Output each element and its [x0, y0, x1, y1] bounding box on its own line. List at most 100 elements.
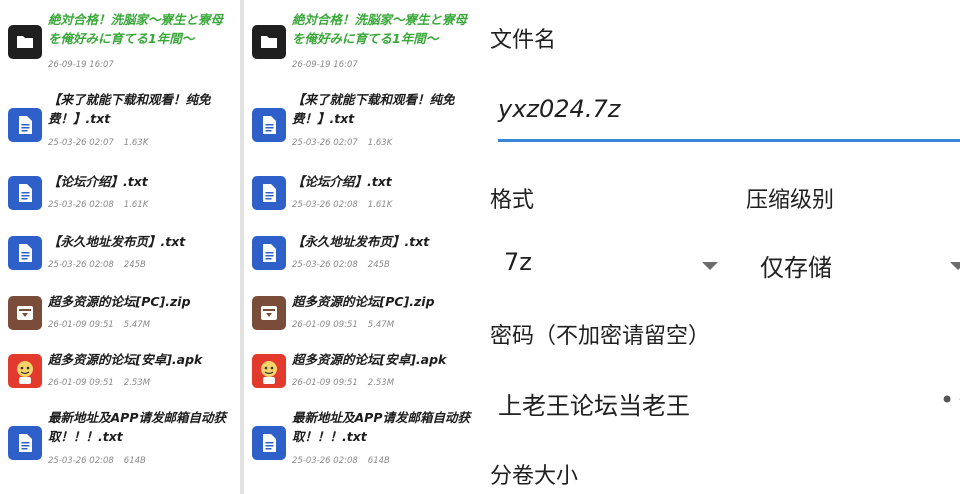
doc-icon	[252, 426, 286, 460]
file-date: 26-01-09 09:51	[292, 320, 358, 330]
file-size: 245B	[123, 260, 146, 270]
file-name: 超多资源的论坛[PC].zip	[292, 294, 435, 309]
file-meta: 25-03-26 02:08 245B	[292, 260, 390, 270]
file-name: 超多资源的论坛[安卓].apk	[48, 352, 203, 367]
file-size: 614B	[123, 456, 146, 466]
file-meta: 25-03-26 02:07 1.63K	[48, 138, 148, 148]
file-date: 25-03-26 02:08	[48, 200, 114, 210]
file-name: 絶対合格！洗脳家～寮生と寮母を俺好みに育てる1年間～	[48, 12, 224, 46]
file-list-item[interactable]: 最新地址及APP请发邮箱自动获取！！！.txt 25-03-26 02:08 614…	[244, 408, 484, 468]
file-size: 1.63K	[367, 138, 393, 148]
split-size-label: 分卷大小	[490, 464, 579, 489]
file-meta: 26-01-09 09:51 2.53M	[292, 378, 394, 388]
compress-form: 文件名 yxz024.7z 格式 压缩级别 7z 仅存储 密码（不加密请留空） …	[484, 0, 960, 494]
file-size: 2.53M	[123, 378, 151, 388]
file-meta: 25-03-26 02:07 1.63K	[292, 138, 392, 148]
file-meta: 26-01-09 09:51 5.47M	[48, 320, 150, 330]
file-date: 25-03-26 02:08	[48, 456, 114, 466]
file-list-panel-left: 絶対合格！洗脳家～寮生と寮母を俺好みに育てる1年間～ 26-09-19 16:07…	[0, 0, 240, 494]
file-name: 【永久地址发布页】.txt	[292, 234, 430, 249]
file-list-item[interactable]: 超多资源的论坛[PC].zip 26-01-09 09:51 5.47M	[244, 288, 484, 348]
file-date: 25-03-26 02:08	[292, 260, 358, 270]
file-list-item[interactable]: 最新地址及APP请发邮箱自动获取！！！.txt 25-03-26 02:08 614…	[0, 408, 240, 468]
file-name: 【论坛介绍】.txt	[292, 174, 392, 189]
compression-level-label: 压缩级别	[746, 188, 835, 213]
zip-icon	[8, 296, 42, 330]
format-select[interactable]: 7z	[494, 238, 724, 288]
file-name: 【来了就能下载和观看！纯免费！】.txt	[292, 92, 455, 126]
file-list-item[interactable]: 【论坛介绍】.txt 25-03-26 02:08 1.61K	[0, 168, 240, 228]
folder-icon	[8, 25, 42, 59]
apk-icon	[8, 354, 42, 388]
file-size: 5.47M	[367, 320, 395, 330]
filename-label: 文件名	[490, 28, 557, 53]
file-name: 絶対合格！洗脳家～寮生と寮母を俺好みに育てる1年間～	[292, 12, 468, 46]
doc-icon	[8, 236, 42, 270]
file-list-item[interactable]: 超多资源的论坛[安卓].apk 26-01-09 09:51 2.53M	[0, 346, 240, 406]
file-list-item[interactable]: 【来了就能下载和观看！纯免费！】.txt 25-03-26 02:07 1.63K	[0, 90, 240, 150]
file-meta: 25-03-26 02:08 1.61K	[292, 200, 392, 210]
file-date: 25-03-26 02:08	[292, 200, 358, 210]
file-meta: 26-01-09 09:51 2.53M	[48, 378, 150, 388]
file-size: 245B	[367, 260, 390, 270]
file-size: 614B	[367, 456, 390, 466]
file-date: 25-03-26 02:07	[292, 138, 358, 148]
file-meta: 26-09-19 16:07	[292, 60, 358, 70]
password-input[interactable]: 上老王论坛当老王	[498, 386, 690, 421]
filename-input-underline	[498, 139, 960, 142]
file-date: 26-09-19 16:07	[292, 60, 358, 70]
file-date: 26-01-09 09:51	[48, 378, 114, 388]
file-list-item[interactable]: 超多资源的论坛[安卓].apk 26-01-09 09:51 2.53M	[244, 346, 484, 406]
file-name: 【论坛介绍】.txt	[48, 174, 148, 189]
chevron-down-icon	[702, 262, 718, 270]
file-date: 26-01-09 09:51	[48, 320, 114, 330]
file-meta: 25-03-26 02:08 614B	[48, 456, 146, 466]
compression-level-value: 仅存储	[760, 254, 832, 282]
file-list-item[interactable]: 【来了就能下载和观看！纯免费！】.txt 25-03-26 02:07 1.63K	[244, 90, 484, 150]
format-select-value: 7z	[504, 248, 532, 276]
file-date: 25-03-26 02:07	[48, 138, 114, 148]
file-size: 1.61K	[123, 200, 149, 210]
file-name: 【永久地址发布页】.txt	[48, 234, 186, 249]
file-date: 26-09-19 16:07	[48, 60, 114, 70]
file-name: 最新地址及APP请发邮箱自动获取！！！.txt	[48, 410, 226, 444]
file-size: 1.63K	[123, 138, 149, 148]
file-list-item[interactable]: 【论坛介绍】.txt 25-03-26 02:08 1.61K	[244, 168, 484, 228]
file-meta: 26-09-19 16:07	[48, 60, 114, 70]
doc-icon	[8, 176, 42, 210]
password-label: 密码（不加密请留空）	[490, 324, 711, 349]
file-meta: 25-03-26 02:08 245B	[48, 260, 146, 270]
zip-icon	[252, 296, 286, 330]
file-name: 【来了就能下载和观看！纯免费！】.txt	[48, 92, 211, 126]
file-size: 5.47M	[123, 320, 151, 330]
file-size: 1.61K	[367, 200, 393, 210]
password-visibility-toggle[interactable]: ••	[940, 386, 960, 414]
file-meta: 25-03-26 02:08 614B	[292, 456, 390, 466]
folder-icon	[252, 25, 286, 59]
format-label: 格式	[490, 188, 535, 213]
file-list-item[interactable]: 超多资源的论坛[PC].zip 26-01-09 09:51 5.47M	[0, 288, 240, 348]
doc-icon	[8, 426, 42, 460]
file-list-item[interactable]: 【永久地址发布页】.txt 25-03-26 02:08 245B	[0, 228, 240, 288]
file-list-item[interactable]: 【永久地址发布页】.txt 25-03-26 02:08 245B	[244, 228, 484, 288]
compression-level-select[interactable]: 仅存储	[746, 238, 960, 288]
file-name: 超多资源的论坛[PC].zip	[48, 294, 191, 309]
file-meta: 25-03-26 02:08 1.61K	[48, 200, 148, 210]
file-list-item[interactable]: 絶対合格！洗脳家～寮生と寮母を俺好みに育てる1年間～ 26-09-19 16:07	[244, 10, 484, 70]
file-date: 25-03-26 02:08	[48, 260, 114, 270]
doc-icon	[8, 108, 42, 142]
file-date: 25-03-26 02:08	[292, 456, 358, 466]
file-list-panel-middle: 絶対合格！洗脳家～寮生と寮母を俺好みに育てる1年間～ 26-09-19 16:07…	[244, 0, 484, 494]
file-meta: 26-01-09 09:51 5.47M	[292, 320, 394, 330]
file-list-item[interactable]: 絶対合格！洗脳家～寮生と寮母を俺好みに育てる1年間～ 26-09-19 16:07	[0, 10, 240, 70]
doc-icon	[252, 236, 286, 270]
doc-icon	[252, 176, 286, 210]
file-name: 最新地址及APP请发邮箱自动获取！！！.txt	[292, 410, 470, 444]
apk-icon	[252, 354, 286, 388]
doc-icon	[252, 108, 286, 142]
file-size: 2.53M	[367, 378, 395, 388]
chevron-down-icon	[950, 262, 960, 270]
file-date: 26-01-09 09:51	[292, 378, 358, 388]
filename-input[interactable]: yxz024.7z	[498, 95, 620, 123]
file-name: 超多资源的论坛[安卓].apk	[292, 352, 447, 367]
